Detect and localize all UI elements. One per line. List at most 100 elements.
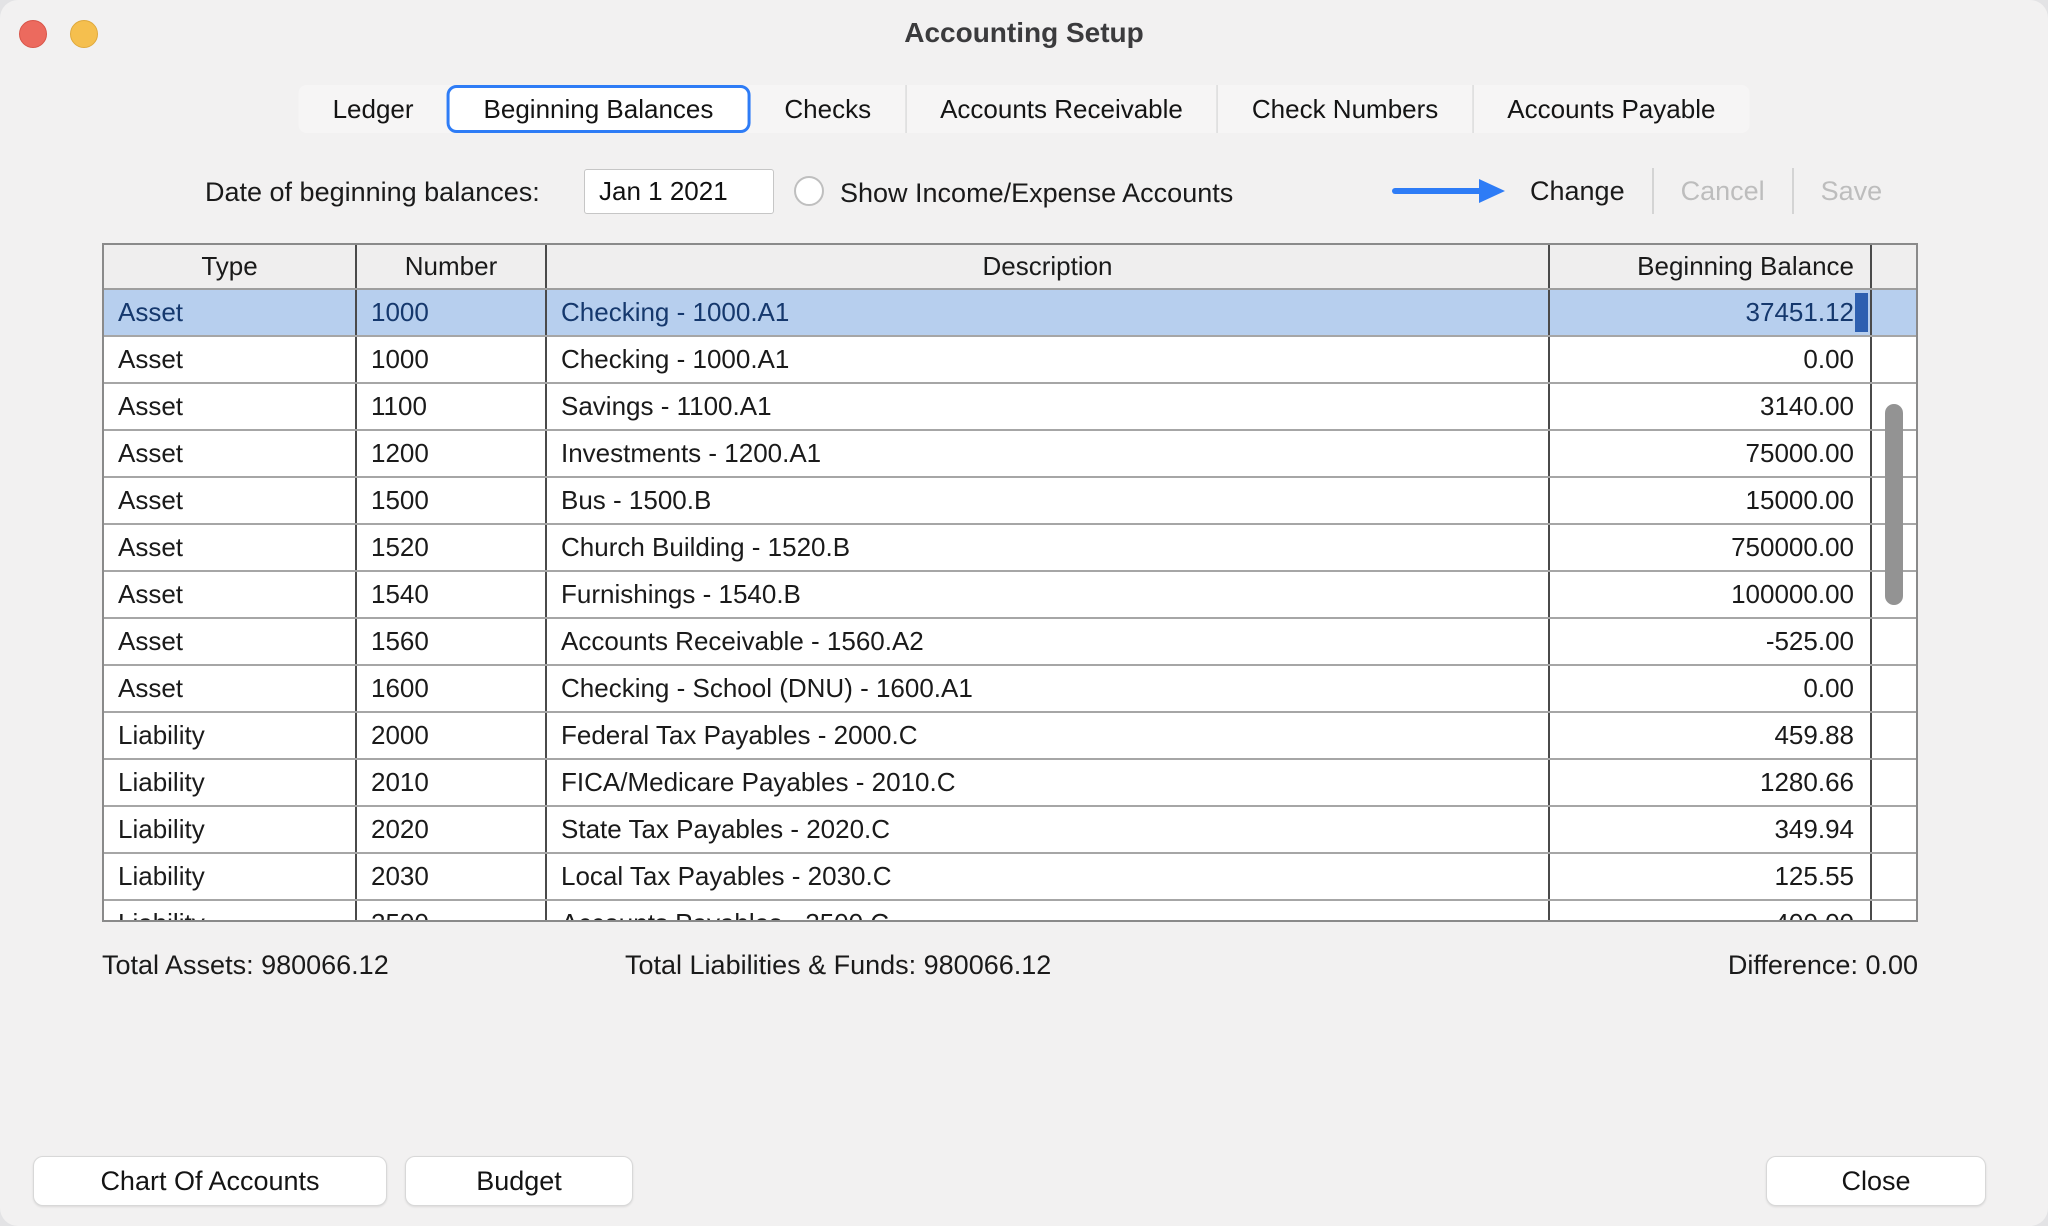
- cell-num: 1560: [357, 619, 547, 664]
- cell-type: Asset: [104, 478, 357, 523]
- table-row[interactable]: Asset1540Furnishings - 1540.B100000.00: [104, 572, 1916, 619]
- table-header: Type Number Description Beginning Balanc…: [104, 245, 1916, 290]
- tab-ledger[interactable]: Ledger: [299, 85, 448, 133]
- column-header-beginning-balance[interactable]: Beginning Balance: [1550, 245, 1872, 288]
- cell-num: 2010: [357, 760, 547, 805]
- cell-bal: 0.00: [1550, 666, 1872, 711]
- cell-type: Asset: [104, 431, 357, 476]
- cell-desc: Furnishings - 1540.B: [547, 572, 1550, 617]
- table-row[interactable]: Asset1000Checking - 1000.A137451.12: [104, 290, 1916, 337]
- cell-gutter: [1872, 337, 1916, 382]
- budget-button[interactable]: Budget: [405, 1156, 633, 1206]
- cell-type: Liability: [104, 854, 357, 899]
- cell-bal: 37451.12: [1550, 290, 1872, 335]
- cell-gutter: [1872, 713, 1916, 758]
- cell-desc: Checking - School (DNU) - 1600.A1: [547, 666, 1550, 711]
- cell-type: Asset: [104, 572, 357, 617]
- beginning-balances-table: Type Number Description Beginning Balanc…: [102, 243, 1918, 922]
- date-input[interactable]: [584, 169, 774, 214]
- cell-gutter: [1872, 807, 1916, 852]
- cell-desc: Checking - 1000.A1: [547, 337, 1550, 382]
- cell-num: 2000: [357, 713, 547, 758]
- table-row[interactable]: Liability2030Local Tax Payables - 2030.C…: [104, 854, 1916, 901]
- cell-bal: 349.94: [1550, 807, 1872, 852]
- table-row[interactable]: Asset1200Investments - 1200.A175000.00: [104, 431, 1916, 478]
- cell-num: 1540: [357, 572, 547, 617]
- cell-type: Asset: [104, 290, 357, 335]
- tab-beginning-balances[interactable]: Beginning Balances: [447, 85, 751, 133]
- cell-type: Asset: [104, 525, 357, 570]
- cell-bal: 3140.00: [1550, 384, 1872, 429]
- table-row[interactable]: Asset1100Savings - 1100.A13140.00: [104, 384, 1916, 431]
- cell-bal: 0.00: [1550, 337, 1872, 382]
- table-row[interactable]: Asset1600Checking - School (DNU) - 1600.…: [104, 666, 1916, 713]
- cell-bal: 400.00: [1550, 901, 1872, 922]
- cell-type: Asset: [104, 666, 357, 711]
- table-row[interactable]: Liability2010FICA/Medicare Payables - 20…: [104, 760, 1916, 807]
- window-title: Accounting Setup: [0, 17, 2048, 49]
- cell-bal: 100000.00: [1550, 572, 1872, 617]
- action-button-group: Change Cancel Save: [1503, 168, 1909, 214]
- table-row[interactable]: Liability2500Accounts Payables - 2500.C4…: [104, 901, 1916, 922]
- cell-bal: 125.55: [1550, 854, 1872, 899]
- date-of-beginning-balances-label: Date of beginning balances:: [205, 177, 540, 208]
- cell-desc: Accounts Payables - 2500.C: [547, 901, 1550, 922]
- table-row[interactable]: Asset1520Church Building - 1520.B750000.…: [104, 525, 1916, 572]
- cell-desc: State Tax Payables - 2020.C: [547, 807, 1550, 852]
- table-row[interactable]: Asset1560Accounts Receivable - 1560.A2-5…: [104, 619, 1916, 666]
- tab-accounts-receivable[interactable]: Accounts Receivable: [905, 85, 1217, 133]
- cell-num: 2020: [357, 807, 547, 852]
- column-header-description[interactable]: Description: [547, 245, 1550, 288]
- total-assets-label: Total Assets: 980066.12: [102, 950, 389, 981]
- cell-num: 1200: [357, 431, 547, 476]
- close-button[interactable]: Close: [1766, 1156, 1986, 1206]
- cell-bal: 1280.66: [1550, 760, 1872, 805]
- cell-bal: 750000.00: [1550, 525, 1872, 570]
- cell-gutter: [1872, 619, 1916, 664]
- title-bar: Accounting Setup: [0, 0, 2048, 68]
- cell-gutter: [1872, 666, 1916, 711]
- cell-desc: Bus - 1500.B: [547, 478, 1550, 523]
- cell-desc: Accounts Receivable - 1560.A2: [547, 619, 1550, 664]
- table-row[interactable]: Liability2020State Tax Payables - 2020.C…: [104, 807, 1916, 854]
- cell-num: 1600: [357, 666, 547, 711]
- save-button[interactable]: Save: [1792, 168, 1910, 214]
- cell-num: 1100: [357, 384, 547, 429]
- cell-num: 1520: [357, 525, 547, 570]
- column-header-gutter: [1872, 245, 1916, 288]
- tab-checks[interactable]: Checks: [750, 85, 905, 133]
- cell-desc: Local Tax Payables - 2030.C: [547, 854, 1550, 899]
- accounting-setup-window: Accounting Setup LedgerBeginning Balance…: [0, 0, 2048, 1226]
- show-income-expense-checkbox[interactable]: [794, 176, 824, 206]
- cell-num: 2030: [357, 854, 547, 899]
- tab-accounts-payable[interactable]: Accounts Payable: [1472, 85, 1749, 133]
- cell-type: Asset: [104, 337, 357, 382]
- total-liabilities-label: Total Liabilities & Funds: 980066.12: [625, 950, 1051, 981]
- arrow-right-icon: [1391, 174, 1509, 208]
- chart-of-accounts-button[interactable]: Chart Of Accounts: [33, 1156, 387, 1206]
- difference-label: Difference: 0.00: [1728, 950, 1918, 981]
- table-row[interactable]: Asset1500Bus - 1500.B15000.00: [104, 478, 1916, 525]
- column-header-type[interactable]: Type: [104, 245, 357, 288]
- cell-type: Liability: [104, 807, 357, 852]
- cell-desc: FICA/Medicare Payables - 2010.C: [547, 760, 1550, 805]
- cell-desc: Investments - 1200.A1: [547, 431, 1550, 476]
- table-row[interactable]: Liability2000Federal Tax Payables - 2000…: [104, 713, 1916, 760]
- cell-desc: Checking - 1000.A1: [547, 290, 1550, 335]
- table-body: Asset1000Checking - 1000.A137451.12Asset…: [104, 290, 1916, 922]
- cell-num: 2500: [357, 901, 547, 922]
- column-header-number[interactable]: Number: [357, 245, 547, 288]
- cell-desc: Federal Tax Payables - 2000.C: [547, 713, 1550, 758]
- cell-desc: Church Building - 1520.B: [547, 525, 1550, 570]
- cell-type: Liability: [104, 760, 357, 805]
- cell-type: Asset: [104, 619, 357, 664]
- cancel-button[interactable]: Cancel: [1652, 168, 1792, 214]
- change-button[interactable]: Change: [1503, 168, 1652, 214]
- vertical-scrollbar[interactable]: [1885, 404, 1903, 605]
- cell-gutter: [1872, 854, 1916, 899]
- table-row[interactable]: Asset1000Checking - 1000.A10.00: [104, 337, 1916, 384]
- tab-check-numbers[interactable]: Check Numbers: [1217, 85, 1472, 133]
- cell-type: Liability: [104, 713, 357, 758]
- cell-type: Asset: [104, 384, 357, 429]
- selection-marker: [1855, 293, 1868, 332]
